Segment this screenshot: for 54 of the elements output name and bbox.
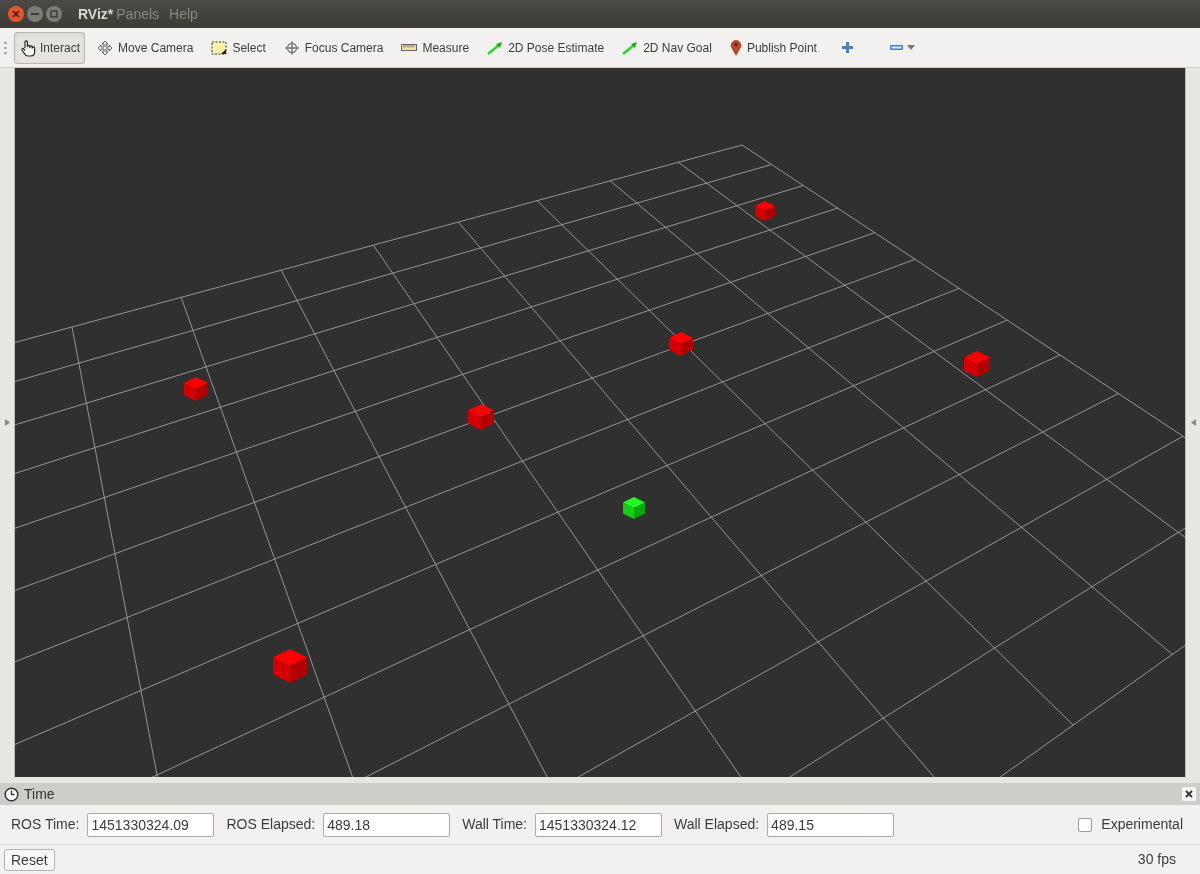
diagonal-arrow-icon <box>487 40 504 55</box>
close-icon <box>1185 790 1193 798</box>
checkbox-label: Experimental <box>1101 815 1183 834</box>
plus-icon <box>840 41 854 54</box>
cube-marker <box>669 332 693 356</box>
tool-button[interactable]: Select <box>205 31 272 64</box>
crosshair-icon <box>283 39 300 56</box>
toolbar-grip-icon[interactable] <box>4 41 8 54</box>
input-field[interactable]: 1451330324.09 <box>87 812 215 837</box>
maximize-icon <box>50 10 58 18</box>
input-field[interactable]: 489.18 <box>323 812 451 837</box>
cube-marker <box>468 404 494 430</box>
cube-marker <box>273 649 307 683</box>
left-dock-handle[interactable] <box>0 68 15 777</box>
minimize-icon <box>31 13 39 15</box>
expand-left-icon <box>4 419 10 426</box>
window-title: RViz* <box>78 4 114 24</box>
reset-button[interactable]: Reset <box>4 848 55 871</box>
close-icon <box>12 10 20 18</box>
cube-marker <box>623 497 645 519</box>
minimize-button[interactable] <box>27 6 43 22</box>
ruler-icon <box>401 44 418 51</box>
map-pin-icon <box>729 39 742 56</box>
panel-title: Time <box>24 784 55 804</box>
tool-button[interactable]: Move Camera <box>91 31 200 64</box>
clock-icon <box>4 786 19 802</box>
field-label: Wall Elapsed: <box>674 815 760 834</box>
cube-marker <box>755 201 775 221</box>
expand-right-icon <box>1190 419 1196 426</box>
maximize-button[interactable] <box>46 6 62 22</box>
tool-button[interactable]: 2D Pose Estimate <box>481 31 611 64</box>
experimental-checkbox[interactable] <box>1078 817 1093 832</box>
close-button[interactable] <box>8 6 24 22</box>
right-dock-handle[interactable] <box>1185 68 1200 777</box>
panel-close-button[interactable] <box>1182 787 1196 801</box>
cube-marker <box>184 377 208 401</box>
field-label: Wall Time: <box>462 815 527 834</box>
field-label: ROS Time: <box>11 815 80 834</box>
move-arrows-icon <box>97 39 114 56</box>
tool-button[interactable]: 2D Nav Goal <box>616 31 718 64</box>
dropdown-caret-icon <box>906 45 915 50</box>
selection-box-icon <box>211 40 228 55</box>
field-label: ROS Elapsed: <box>226 815 316 834</box>
input-field[interactable]: 1451330324.12 <box>535 812 662 837</box>
cube-marker <box>964 351 990 377</box>
tool-button[interactable]: Publish Point <box>723 31 823 64</box>
tool-button[interactable]: Measure <box>395 31 476 64</box>
tool-button[interactable]: Interact <box>14 31 86 64</box>
fps-readout: 30 fps <box>1137 850 1176 869</box>
tool-button[interactable]: Focus Camera <box>277 31 390 64</box>
diagonal-arrow-icon <box>622 40 639 55</box>
minus-icon <box>889 45 903 50</box>
input-field[interactable]: 489.15 <box>767 812 895 837</box>
hand-pointer-icon <box>19 38 37 57</box>
